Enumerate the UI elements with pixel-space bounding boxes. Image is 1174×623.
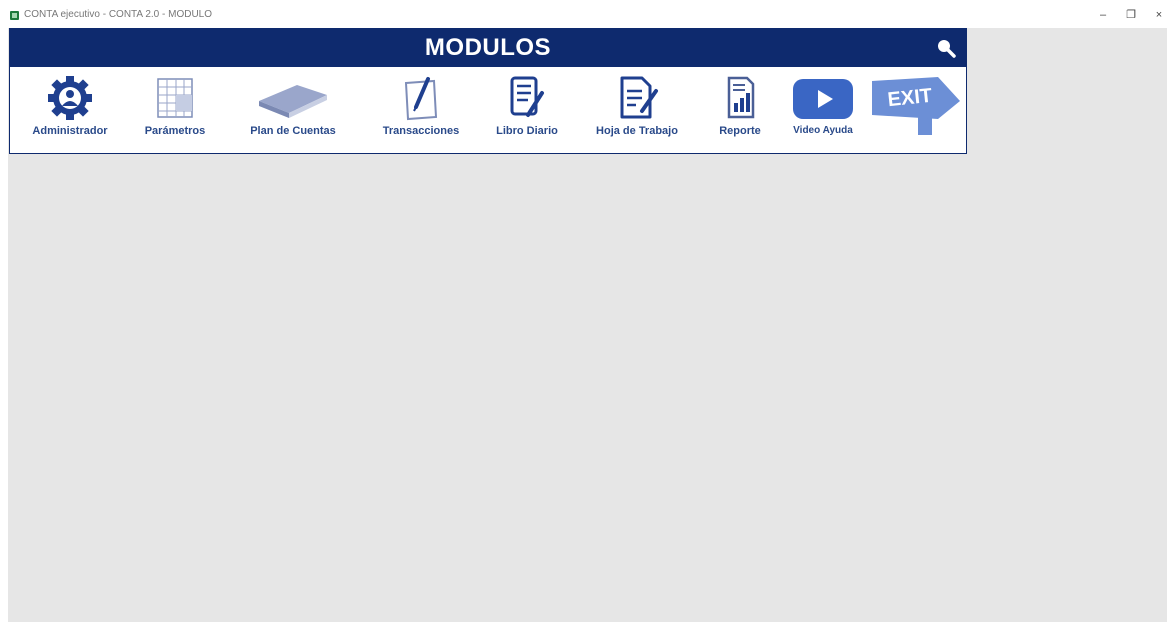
module-transacciones[interactable]: Transacciones [366,73,476,137]
maximize-button[interactable]: ❐ [1118,7,1144,23]
close-button[interactable]: × [1146,7,1172,23]
module-label: Plan de Cuentas [250,125,336,137]
excel-app-icon [10,11,19,20]
module-label: Reporte [719,125,761,137]
search-icon[interactable] [934,36,958,60]
window-title: CONTA ejecutivo - CONTA 2.0 - MODULO [24,9,213,20]
spreadsheet-icon [157,78,193,118]
exit-button[interactable]: EXIT [866,71,966,141]
window-title-bar: CONTA ejecutivo - CONTA 2.0 - MODULO – ❐… [0,0,1174,30]
module-label: Parámetros [144,125,206,137]
notepad-pen-icon [404,77,438,121]
module-reporte[interactable]: Reporte [702,73,778,137]
module-label: Transacciones [382,125,460,137]
panel-title: MODULOS [424,34,552,61]
gear-user-icon [48,76,92,120]
panel-header: MODULOS [10,29,966,67]
module-label: Libro Diario [496,125,558,137]
module-label: Video Ayuda [793,125,853,136]
module-libro-diario[interactable]: Libro Diario [484,73,570,137]
module-video-ayuda[interactable]: Video Ayuda [780,73,866,136]
modules-panel: MODULOS Administrador Parámetros Plan de… [9,28,967,154]
module-parametros[interactable]: Parámetros [130,73,220,137]
exit-sign-icon: EXIT [872,77,960,135]
module-administrador[interactable]: Administrador [20,73,120,137]
exit-label: EXIT [887,85,934,112]
ledger-icon [510,76,544,117]
report-chart-icon [727,76,755,119]
module-hoja-de-trabajo[interactable]: Hoja de Trabajo [574,73,700,137]
document-edit-icon [620,76,658,119]
module-label: Administrador [32,125,108,137]
modules-toolbar: Administrador Parámetros Plan de Cuentas… [10,69,966,151]
play-video-icon [793,79,853,119]
module-plan-de-cuentas[interactable]: Plan de Cuentas [228,73,358,137]
module-label: Hoja de Trabajo [596,125,678,137]
book-icon [259,85,327,118]
minimize-button[interactable]: – [1090,7,1116,23]
